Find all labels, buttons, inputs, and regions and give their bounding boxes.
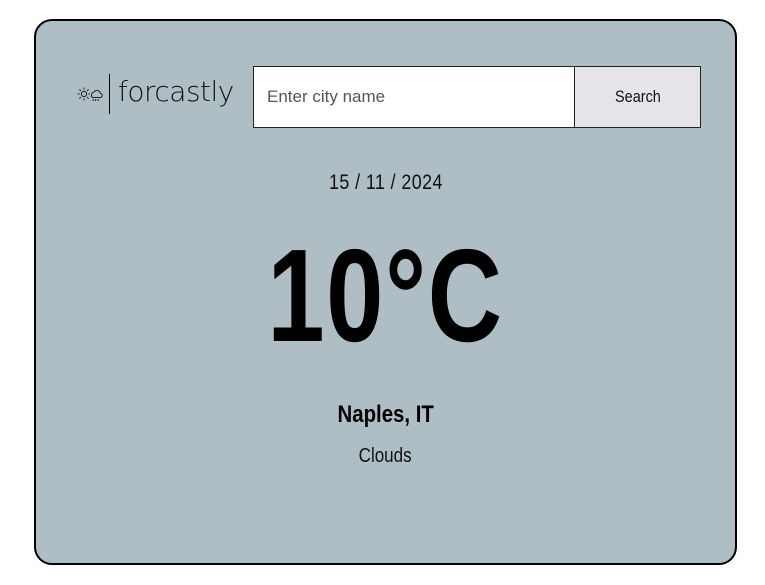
location-text: Naples, IT (337, 401, 434, 428)
app-name: forcastly (118, 75, 234, 108)
condition-text: Clouds (359, 445, 412, 467)
weather-condition: Clouds (36, 445, 735, 468)
weather-card: forcastly Search 15 / 11 / 2024 10°C Nap… (34, 19, 737, 565)
date-text: 15 / 11 / 2024 (328, 171, 443, 194)
app-logo: forcastly (77, 73, 234, 115)
temperature-display: 10°C (36, 226, 735, 366)
city-search-input[interactable] (254, 67, 574, 127)
logo-divider (109, 74, 110, 114)
search-button-label: Search (614, 87, 661, 106)
temperature-value: 10°C (267, 222, 504, 369)
sun-cloud-rain-icon (77, 83, 103, 105)
location-name: Naples, IT (36, 401, 735, 429)
search-bar: Search (253, 66, 701, 128)
current-date: 15 / 11 / 2024 (36, 171, 735, 195)
search-button[interactable]: Search (574, 67, 700, 127)
